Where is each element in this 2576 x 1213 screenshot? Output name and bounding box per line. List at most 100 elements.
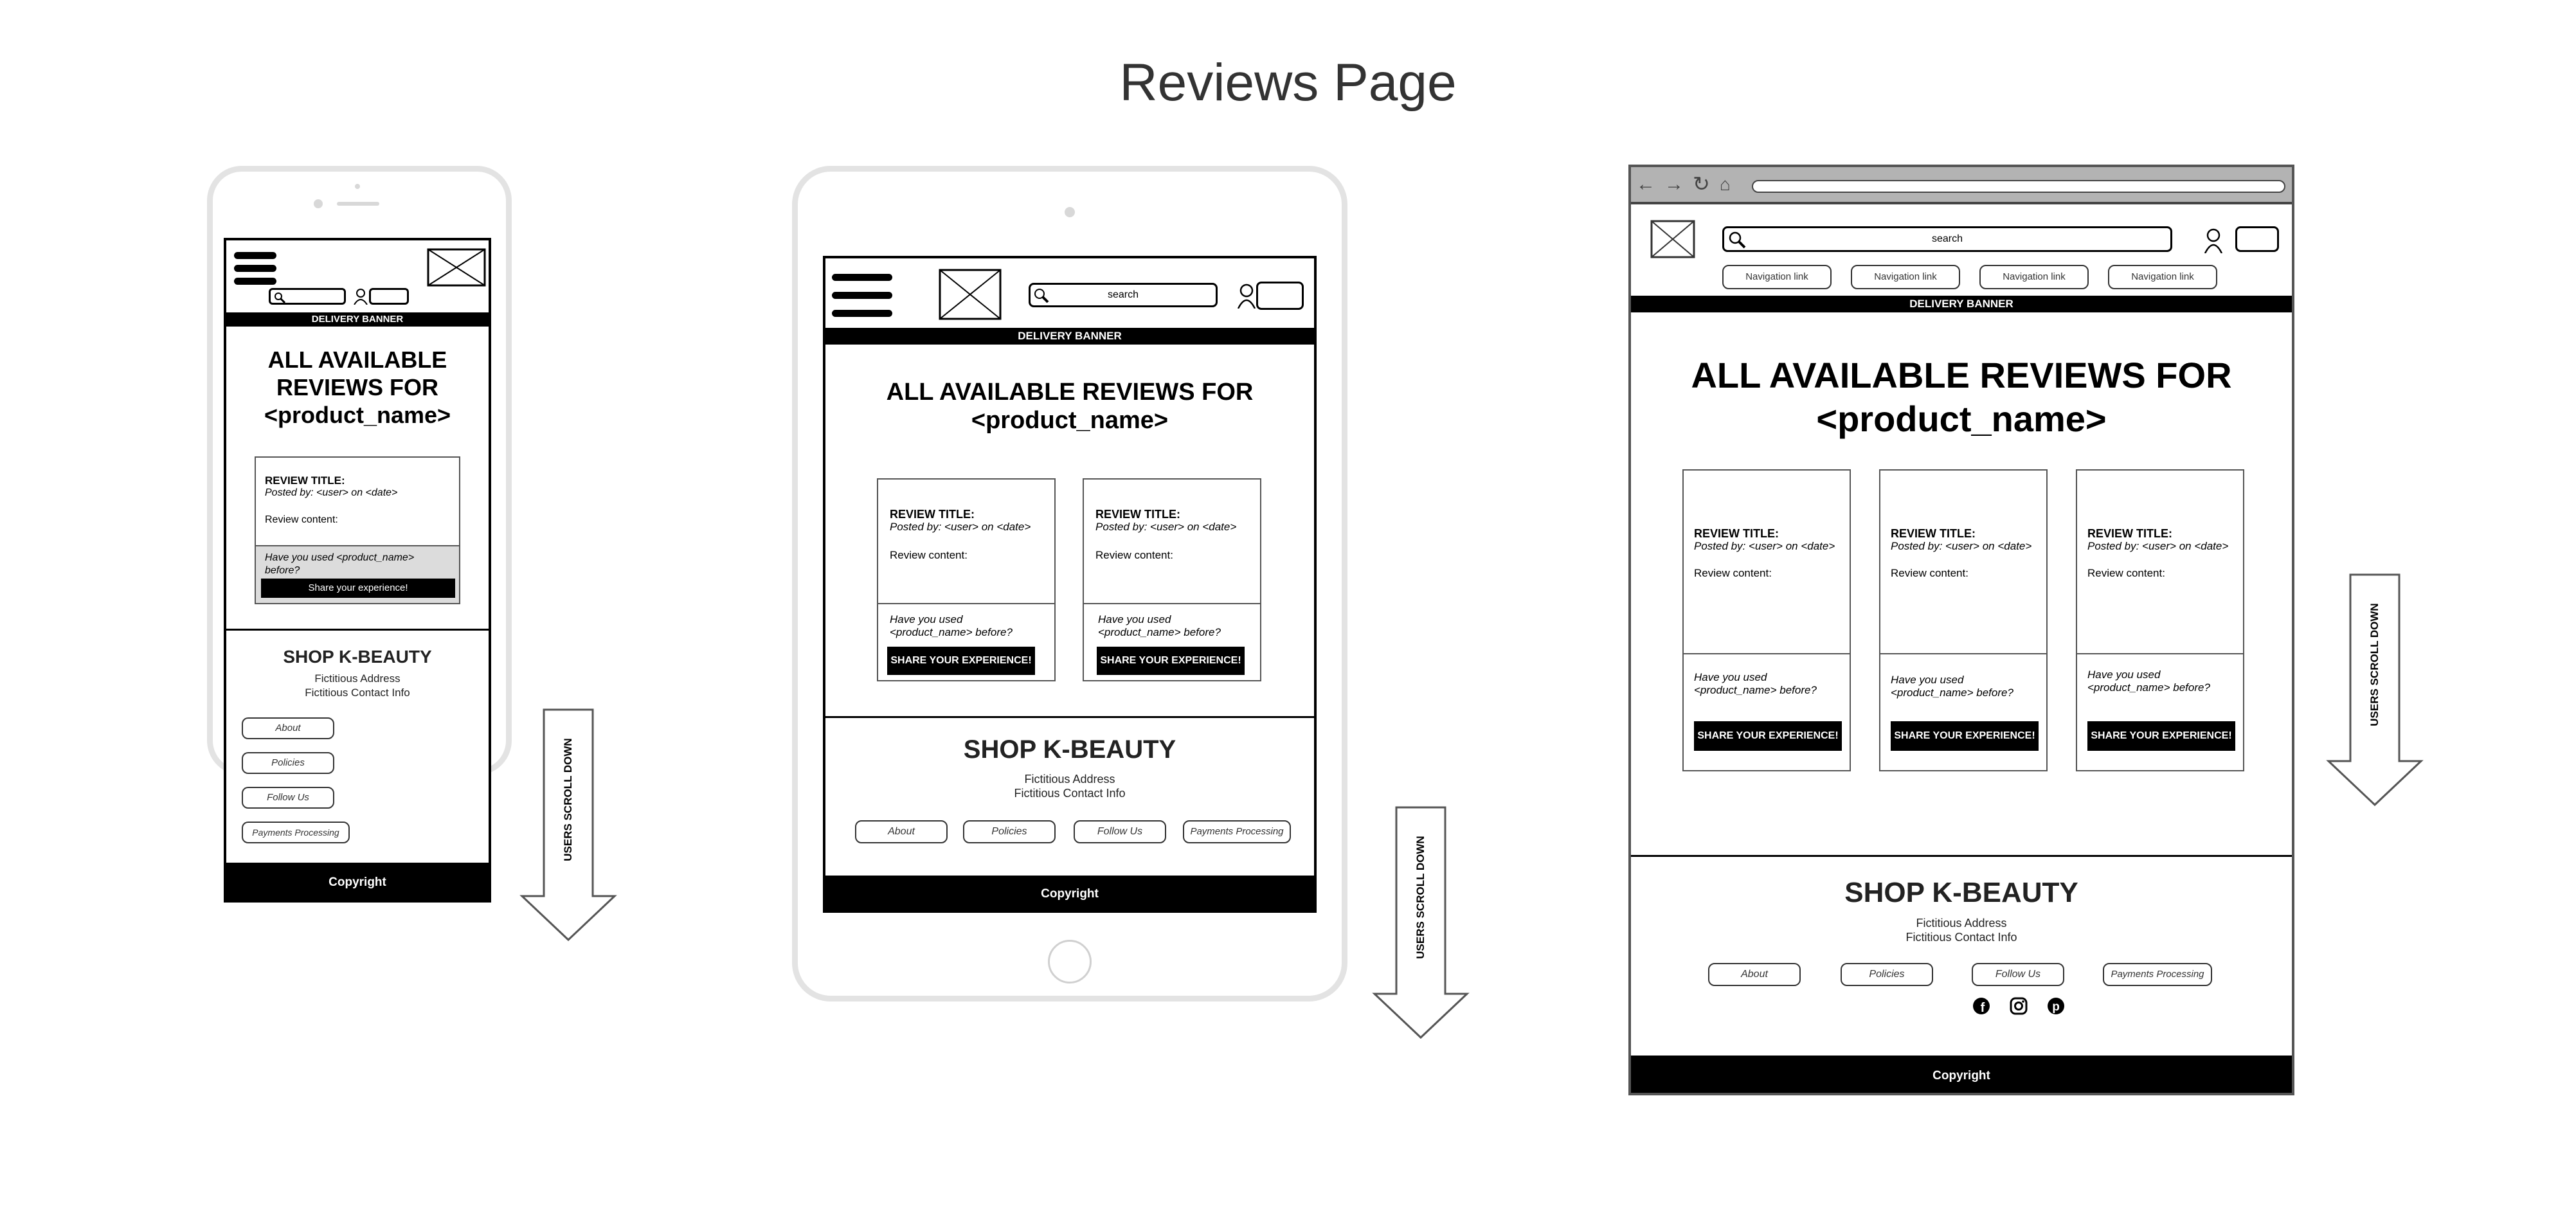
shop-title: SHOP K-BEAUTY xyxy=(283,647,432,667)
search-input[interactable] xyxy=(269,288,346,305)
mobile-camera xyxy=(314,199,323,208)
review-posted-by: Posted by: <user> on <date> xyxy=(890,521,1031,533)
user-icon[interactable] xyxy=(354,288,368,305)
footer-link-payments[interactable]: Payments Processing xyxy=(1183,820,1291,843)
svg-text:f: f xyxy=(1981,1001,1985,1015)
footer-link-payments[interactable]: Payments Processing xyxy=(2103,963,2212,986)
footer-link-policies[interactable]: Policies xyxy=(242,752,334,774)
footer-link-follow-us[interactable]: Follow Us xyxy=(1074,820,1166,843)
reviews-heading: ALL AVAILABLE REVIEWS FOR <product_name> xyxy=(226,346,489,429)
reviews-heading-line2: REVIEWS FOR xyxy=(276,374,439,400)
review-content: Review content: xyxy=(1694,567,1772,579)
scroll-note-desktop: USERS SCROLL DOWN xyxy=(2368,603,2381,726)
review-posted-by: Posted by: <user> on <date> xyxy=(1891,540,2032,552)
hamburger-menu-icon[interactable] xyxy=(832,274,892,319)
used-before-line2: before? xyxy=(265,565,300,576)
reviews-heading-line3: <product_name> xyxy=(264,402,451,428)
used-before-text: Have you used <product_name> before? xyxy=(890,613,1013,639)
tablet-camera xyxy=(1065,207,1075,217)
used-before-line1: Have you used <product_name> xyxy=(265,552,415,563)
logo-placeholder xyxy=(1650,220,1695,258)
review-content: Review content: xyxy=(1095,549,1173,561)
mobile-speaker xyxy=(337,202,379,206)
nav-link-4[interactable]: Navigation link xyxy=(2108,265,2217,289)
nav-link-3[interactable]: Navigation link xyxy=(1979,265,2089,289)
review-content: Review content: xyxy=(1891,567,1968,579)
footer-link-about[interactable]: About xyxy=(242,717,334,739)
share-experience-button[interactable]: SHARE YOUR EXPERIENCE! xyxy=(2087,721,2235,751)
used-before-text: Have you used <product_name> before? xyxy=(1098,613,1221,639)
nav-link-1[interactable]: Navigation link xyxy=(1722,265,1832,289)
user-icon[interactable] xyxy=(2203,228,2224,253)
reviews-heading-line2: <product_name> xyxy=(1816,399,2107,439)
share-experience-button[interactable]: SHARE YOUR EXPERIENCE! xyxy=(1891,721,2039,751)
reviews-heading-line1: ALL AVAILABLE REVIEWS FOR xyxy=(1691,355,2232,395)
footer-link-about[interactable]: About xyxy=(855,820,948,843)
facebook-icon[interactable]: f xyxy=(1972,996,1991,1016)
cart-button[interactable] xyxy=(1256,282,1304,310)
delivery-banner: DELIVERY BANNER xyxy=(825,328,1314,345)
card-divider xyxy=(2077,653,2243,654)
review-title: REVIEW TITLE: xyxy=(890,508,975,521)
review-posted-by: Posted by: <user> on <date> xyxy=(1694,540,1835,552)
logo-placeholder xyxy=(939,269,1002,320)
reviews-heading-line1: ALL AVAILABLE REVIEWS FOR xyxy=(886,379,1254,406)
used-before-line2: <product_name> before? xyxy=(1694,684,1817,696)
share-experience-button[interactable]: SHARE YOUR EXPERIENCE! xyxy=(887,647,1035,675)
footer-divider xyxy=(1631,855,2292,857)
shop-title: SHOP K-BEAUTY xyxy=(1844,877,2078,908)
search-placeholder: search xyxy=(1107,289,1139,300)
used-before-line2: <product_name> before? xyxy=(1891,687,2013,699)
review-posted-by: Posted by: <user> on <date> xyxy=(2087,540,2229,552)
scroll-note-tablet: USERS SCROLL DOWN xyxy=(1414,836,1427,959)
scroll-down-arrow-tablet: USERS SCROLL DOWN xyxy=(1372,806,1470,1040)
cart-button[interactable] xyxy=(2235,226,2279,252)
review-content: Review content: xyxy=(2087,567,2165,579)
footer-link-payments[interactable]: Payments Processing xyxy=(242,822,350,843)
shop-title: SHOP K-BEAUTY xyxy=(963,735,1176,764)
used-before-line1: Have you used xyxy=(1098,613,1171,625)
review-card: REVIEW TITLE: Posted by: <user> on <date… xyxy=(2076,469,2244,771)
user-icon[interactable] xyxy=(1237,283,1256,309)
review-title: REVIEW TITLE: xyxy=(2087,527,2172,540)
delivery-banner: DELIVERY BANNER xyxy=(1631,296,2292,312)
footer-contact: Fictitious Contact Info xyxy=(1905,931,2017,944)
review-posted-by: Posted by: <user> on <date> xyxy=(1095,521,1237,533)
review-content: Review content: xyxy=(890,549,968,561)
hamburger-menu-icon[interactable] xyxy=(234,252,276,285)
nav-link-2[interactable]: Navigation link xyxy=(1851,265,1960,289)
search-icon xyxy=(275,292,286,304)
footer-link-policies[interactable]: Policies xyxy=(1841,963,1933,986)
tablet-home-button[interactable] xyxy=(1048,940,1092,984)
footer-divider xyxy=(825,716,1314,718)
page-title: Reviews Page xyxy=(1119,53,1457,112)
card-divider xyxy=(878,603,1054,604)
home-icon[interactable]: ⌂ xyxy=(1720,175,1731,194)
used-before-text: Have you used <product_name> before? xyxy=(2087,669,2210,694)
footer-link-follow-us[interactable]: Follow Us xyxy=(1972,963,2064,986)
back-icon[interactable]: ← xyxy=(1636,175,1655,194)
mobile-sensor xyxy=(355,184,360,189)
footer-contact: Fictitious Contact Info xyxy=(305,687,410,699)
reviews-heading: ALL AVAILABLE REVIEWS FOR <product_name> xyxy=(1631,354,2292,441)
logo-placeholder xyxy=(427,248,486,287)
review-title: REVIEW TITLE: xyxy=(1891,527,1976,540)
pinterest-icon[interactable]: p xyxy=(2046,996,2066,1016)
search-placeholder: search xyxy=(1931,233,1963,244)
share-experience-button[interactable]: Share your experience! xyxy=(261,579,455,598)
address-bar[interactable] xyxy=(1752,180,2285,193)
cart-button[interactable] xyxy=(369,288,409,305)
review-title: REVIEW TITLE: xyxy=(265,474,345,487)
search-input[interactable]: search xyxy=(1029,283,1218,307)
instagram-icon[interactable] xyxy=(2009,996,2028,1016)
used-before-line2: <product_name> before? xyxy=(1098,626,1221,638)
footer-link-follow-us[interactable]: Follow Us xyxy=(242,787,334,809)
forward-icon[interactable]: → xyxy=(1664,175,1684,194)
delivery-banner: DELIVERY BANNER xyxy=(226,312,489,327)
footer-link-policies[interactable]: Policies xyxy=(963,820,1056,843)
footer-link-about[interactable]: About xyxy=(1708,963,1801,986)
reload-icon[interactable]: ↻ xyxy=(1693,174,1710,194)
share-experience-button[interactable]: SHARE YOUR EXPERIENCE! xyxy=(1694,721,1842,751)
search-input[interactable]: search xyxy=(1722,226,2172,252)
share-experience-button[interactable]: SHARE YOUR EXPERIENCE! xyxy=(1097,647,1245,675)
